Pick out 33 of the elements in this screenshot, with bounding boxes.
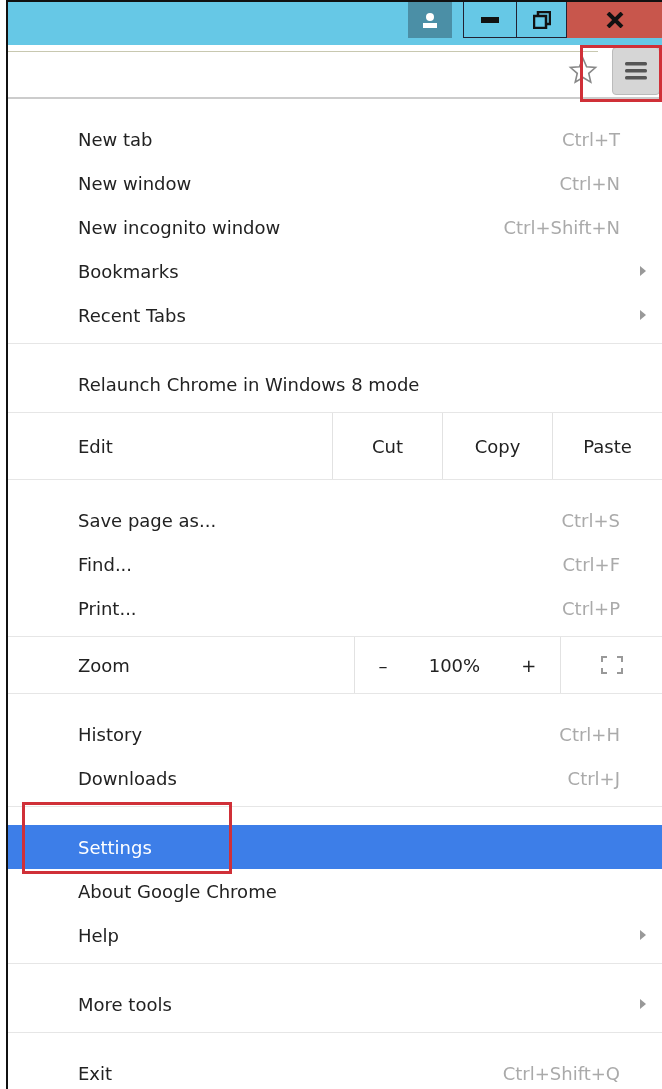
restore-icon	[532, 10, 551, 29]
menu-label: Zoom	[78, 654, 131, 676]
menu-item[interactable]: Relaunch Chrome in Windows 8 mode	[8, 362, 662, 406]
minimize-button[interactable]	[463, 2, 517, 38]
profile-button[interactable]	[408, 2, 452, 38]
menu-item[interactable]: Find... Ctrl+F	[8, 542, 662, 586]
menu-item[interactable]: New window Ctrl+N	[8, 161, 662, 205]
close-button[interactable]	[567, 2, 662, 38]
menu-item[interactable]: Bookmarks	[8, 249, 662, 293]
menu-item[interactable]: More tools	[8, 982, 662, 1026]
zoom-in-button[interactable]: +	[515, 654, 543, 676]
menu-label: Edit	[78, 435, 114, 457]
menu-item[interactable]: Exit Ctrl+Shift+Q	[8, 1051, 662, 1089]
menu-item[interactable]: Recent Tabs	[8, 293, 662, 337]
menu-item[interactable]: Downloads Ctrl+J	[8, 756, 662, 800]
restore-button[interactable]	[517, 2, 567, 38]
menu-button[interactable]	[612, 47, 660, 95]
menu-item[interactable]: About Google Chrome	[8, 869, 662, 913]
menu-item[interactable]: Print... Ctrl+P	[8, 586, 662, 630]
fullscreen-icon[interactable]	[600, 656, 623, 674]
minimize-icon	[481, 16, 499, 23]
zoom-level: 100%	[428, 654, 481, 676]
menu-item[interactable]: History Ctrl+H	[8, 712, 662, 756]
menu-item[interactable]: Help	[8, 913, 662, 957]
person-icon	[422, 12, 438, 28]
zoom-out-button[interactable]: –	[372, 654, 394, 676]
menu-item[interactable]: Save page as... Ctrl+S	[8, 498, 662, 542]
menu-item[interactable]: New incognito window Ctrl+Shift+N	[8, 205, 662, 249]
menu-item[interactable]: Settings	[8, 825, 662, 869]
menu-icon	[625, 62, 647, 80]
menu-item[interactable]: New tab Ctrl+T	[8, 117, 662, 161]
star-icon[interactable]	[568, 56, 598, 86]
close-icon	[605, 12, 624, 28]
